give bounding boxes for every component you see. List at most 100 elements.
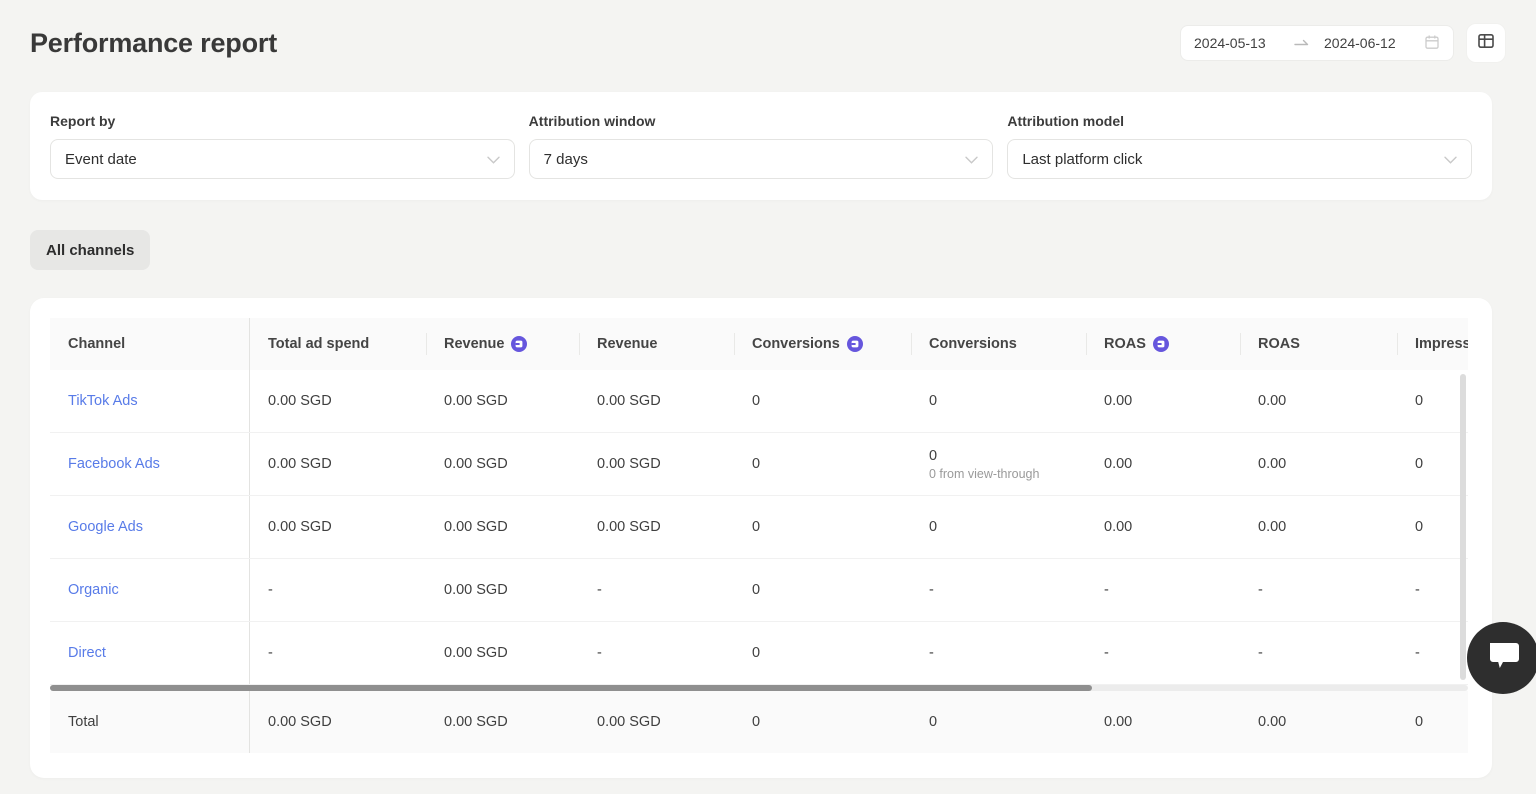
total-value-cell: 0 bbox=[752, 714, 761, 730]
attribution-model-badge-icon bbox=[511, 336, 528, 352]
channel-cell: Organic bbox=[50, 559, 250, 621]
column-header-label: Conversions bbox=[929, 336, 1017, 352]
value-cell: - bbox=[597, 582, 602, 598]
attribution-model-badge-icon bbox=[1152, 336, 1169, 352]
attribution-window-select[interactable]: 7 days bbox=[528, 139, 994, 179]
select-value: Last platform click bbox=[1022, 150, 1143, 168]
column-header-total-ad-spend: Total ad spend bbox=[250, 318, 426, 370]
column-header-label: Conversions bbox=[752, 336, 840, 352]
table-row-direct: Direct - 0.00 SGD - 0 - - - - bbox=[50, 622, 1468, 685]
value-cell: 0 bbox=[752, 393, 761, 409]
value-cell: - bbox=[1104, 645, 1109, 661]
value-cell: - bbox=[1415, 645, 1420, 661]
channel-cell: Facebook Ads bbox=[50, 433, 250, 495]
value-cell: 0.00 SGD bbox=[444, 456, 508, 472]
tab-all-channels[interactable]: All channels bbox=[30, 230, 151, 270]
column-header-roas: ROAS bbox=[1240, 318, 1397, 370]
chevron-down-icon bbox=[486, 151, 500, 168]
top-bar: Performance report 2024-05-13 2024-06-12 bbox=[30, 0, 1506, 86]
table-total-row: Total 0.00 SGD 0.00 SGD 0.00 SGD 0 0 0.00 0.00 0 bbox=[50, 691, 1468, 753]
report-by-select[interactable]: Event date bbox=[50, 139, 515, 179]
value-cell: 0 bbox=[929, 393, 938, 409]
value-cell: 0 bbox=[752, 645, 761, 661]
filter-attribution-window: Attribution window 7 days bbox=[528, 113, 994, 179]
value-cell: 0.00 SGD bbox=[597, 519, 661, 535]
value-cell: - bbox=[1258, 582, 1263, 598]
value-cell: 0.00 SGD bbox=[268, 456, 332, 472]
chat-bubble-icon bbox=[1485, 639, 1521, 678]
column-header-impressions: Impressions bbox=[1397, 318, 1468, 370]
filter-label: Report by bbox=[50, 113, 116, 129]
page-title: Performance report bbox=[30, 27, 277, 58]
value-cell: - bbox=[268, 582, 273, 598]
total-value-cell: 0.00 bbox=[1258, 714, 1287, 730]
select-value: Event date bbox=[65, 150, 137, 168]
value-cell: 0 0 from view-through bbox=[911, 448, 1086, 481]
column-header-channel: Channel bbox=[50, 318, 250, 370]
total-value-cell: 0.00 bbox=[1104, 714, 1133, 730]
column-header-label: Revenue bbox=[597, 336, 658, 352]
date-end[interactable]: 2024-06-12 bbox=[1324, 35, 1410, 51]
total-row-clip: Total 0.00 SGD 0.00 SGD 0.00 SGD 0 0 0.00 0.00 0 bbox=[50, 691, 1468, 753]
value-cell: - bbox=[1104, 582, 1109, 598]
vertical-scrollbar-thumb[interactable] bbox=[1460, 374, 1466, 680]
channel-link-tiktok-ads[interactable]: TikTok Ads bbox=[68, 393, 138, 409]
attribution-model-select[interactable]: Last platform click bbox=[1007, 139, 1473, 179]
value-cell: 0.00 SGD bbox=[444, 519, 508, 535]
calendar-icon bbox=[1424, 34, 1440, 53]
date-range-picker[interactable]: 2024-05-13 2024-06-12 bbox=[1180, 25, 1454, 61]
column-header-roas-model: ROAS bbox=[1086, 318, 1240, 370]
table-row-google-ads: Google Ads 0.00 SGD 0.00 SGD 0.00 SGD 0 0 0.00… bbox=[50, 496, 1468, 559]
total-value-cell: 0.00 SGD bbox=[597, 714, 661, 730]
table-settings-button[interactable] bbox=[1466, 23, 1506, 63]
total-value-cell: 0.00 SGD bbox=[268, 714, 332, 730]
column-header-revenue: Revenue bbox=[579, 318, 734, 370]
value-cell: - bbox=[1415, 582, 1420, 598]
column-header-revenue-model: Revenue bbox=[426, 318, 579, 370]
chevron-down-icon bbox=[965, 151, 979, 168]
value-cell: - bbox=[268, 645, 273, 661]
horizontal-scrollbar-thumb[interactable] bbox=[50, 685, 1093, 691]
value-cell: 0.00 bbox=[1104, 456, 1133, 472]
performance-table-card: Channel Total ad spend Revenue Revenue Conve… bbox=[30, 298, 1492, 778]
value-cell: 0.00 SGD bbox=[597, 456, 661, 472]
value-cell: 0.00 SGD bbox=[444, 582, 508, 598]
channel-link-organic[interactable]: Organic bbox=[68, 582, 119, 598]
value-cell: 0.00 SGD bbox=[444, 645, 508, 661]
table-row-tiktok-ads: TikTok Ads 0.00 SGD 0.00 SGD 0.00 SGD 0 0 0.00… bbox=[50, 370, 1468, 433]
channel-cell: TikTok Ads bbox=[50, 370, 250, 432]
value-cell: 0.00 bbox=[1258, 456, 1287, 472]
total-value-cell: 0 bbox=[1415, 714, 1424, 730]
column-header-label: Channel bbox=[68, 336, 126, 352]
channel-cell: Direct bbox=[50, 622, 250, 684]
horizontal-scrollbar-track[interactable] bbox=[50, 685, 1468, 691]
channel-link-facebook-ads[interactable]: Facebook Ads bbox=[68, 456, 160, 472]
table-row-organic: Organic - 0.00 SGD - 0 - - - - bbox=[50, 559, 1468, 622]
value-cell: 0 bbox=[1415, 393, 1424, 409]
column-header-label: ROAS bbox=[1104, 336, 1146, 352]
total-value-cell: 0 bbox=[929, 714, 938, 730]
channel-link-google-ads[interactable]: Google Ads bbox=[68, 519, 143, 535]
column-header-conversions: Conversions bbox=[911, 318, 1086, 370]
value-cell: 0 bbox=[752, 456, 761, 472]
value-cell: - bbox=[1258, 645, 1263, 661]
column-header-label: Revenue bbox=[444, 336, 505, 352]
table-scroll-viewport: Channel Total ad spend Revenue Revenue Conve… bbox=[50, 318, 1468, 685]
total-value-cell: 0.00 SGD bbox=[444, 714, 508, 730]
column-header-conversions-model: Conversions bbox=[734, 318, 911, 370]
table-body: TikTok Ads 0.00 SGD 0.00 SGD 0.00 SGD 0 0 0.00… bbox=[50, 370, 1468, 685]
chat-launcher-button[interactable] bbox=[1467, 622, 1536, 694]
filter-label: Attribution window bbox=[528, 113, 656, 129]
cell-value: 0 bbox=[929, 447, 938, 464]
table-icon bbox=[1476, 31, 1496, 56]
date-start[interactable]: 2024-05-13 bbox=[1194, 35, 1280, 51]
channel-link-direct[interactable]: Direct bbox=[68, 645, 106, 661]
value-cell: 0.00 bbox=[1104, 519, 1133, 535]
column-header-label: Total ad spend bbox=[268, 336, 370, 352]
value-cell: 0.00 SGD bbox=[268, 519, 332, 535]
column-header-label: ROAS bbox=[1258, 336, 1300, 352]
top-right-controls: 2024-05-13 2024-06-12 bbox=[1180, 23, 1506, 63]
attribution-model-badge-icon bbox=[846, 336, 863, 352]
tab-all-channels-label: All channels bbox=[46, 241, 135, 259]
value-cell: 0.00 SGD bbox=[597, 393, 661, 409]
